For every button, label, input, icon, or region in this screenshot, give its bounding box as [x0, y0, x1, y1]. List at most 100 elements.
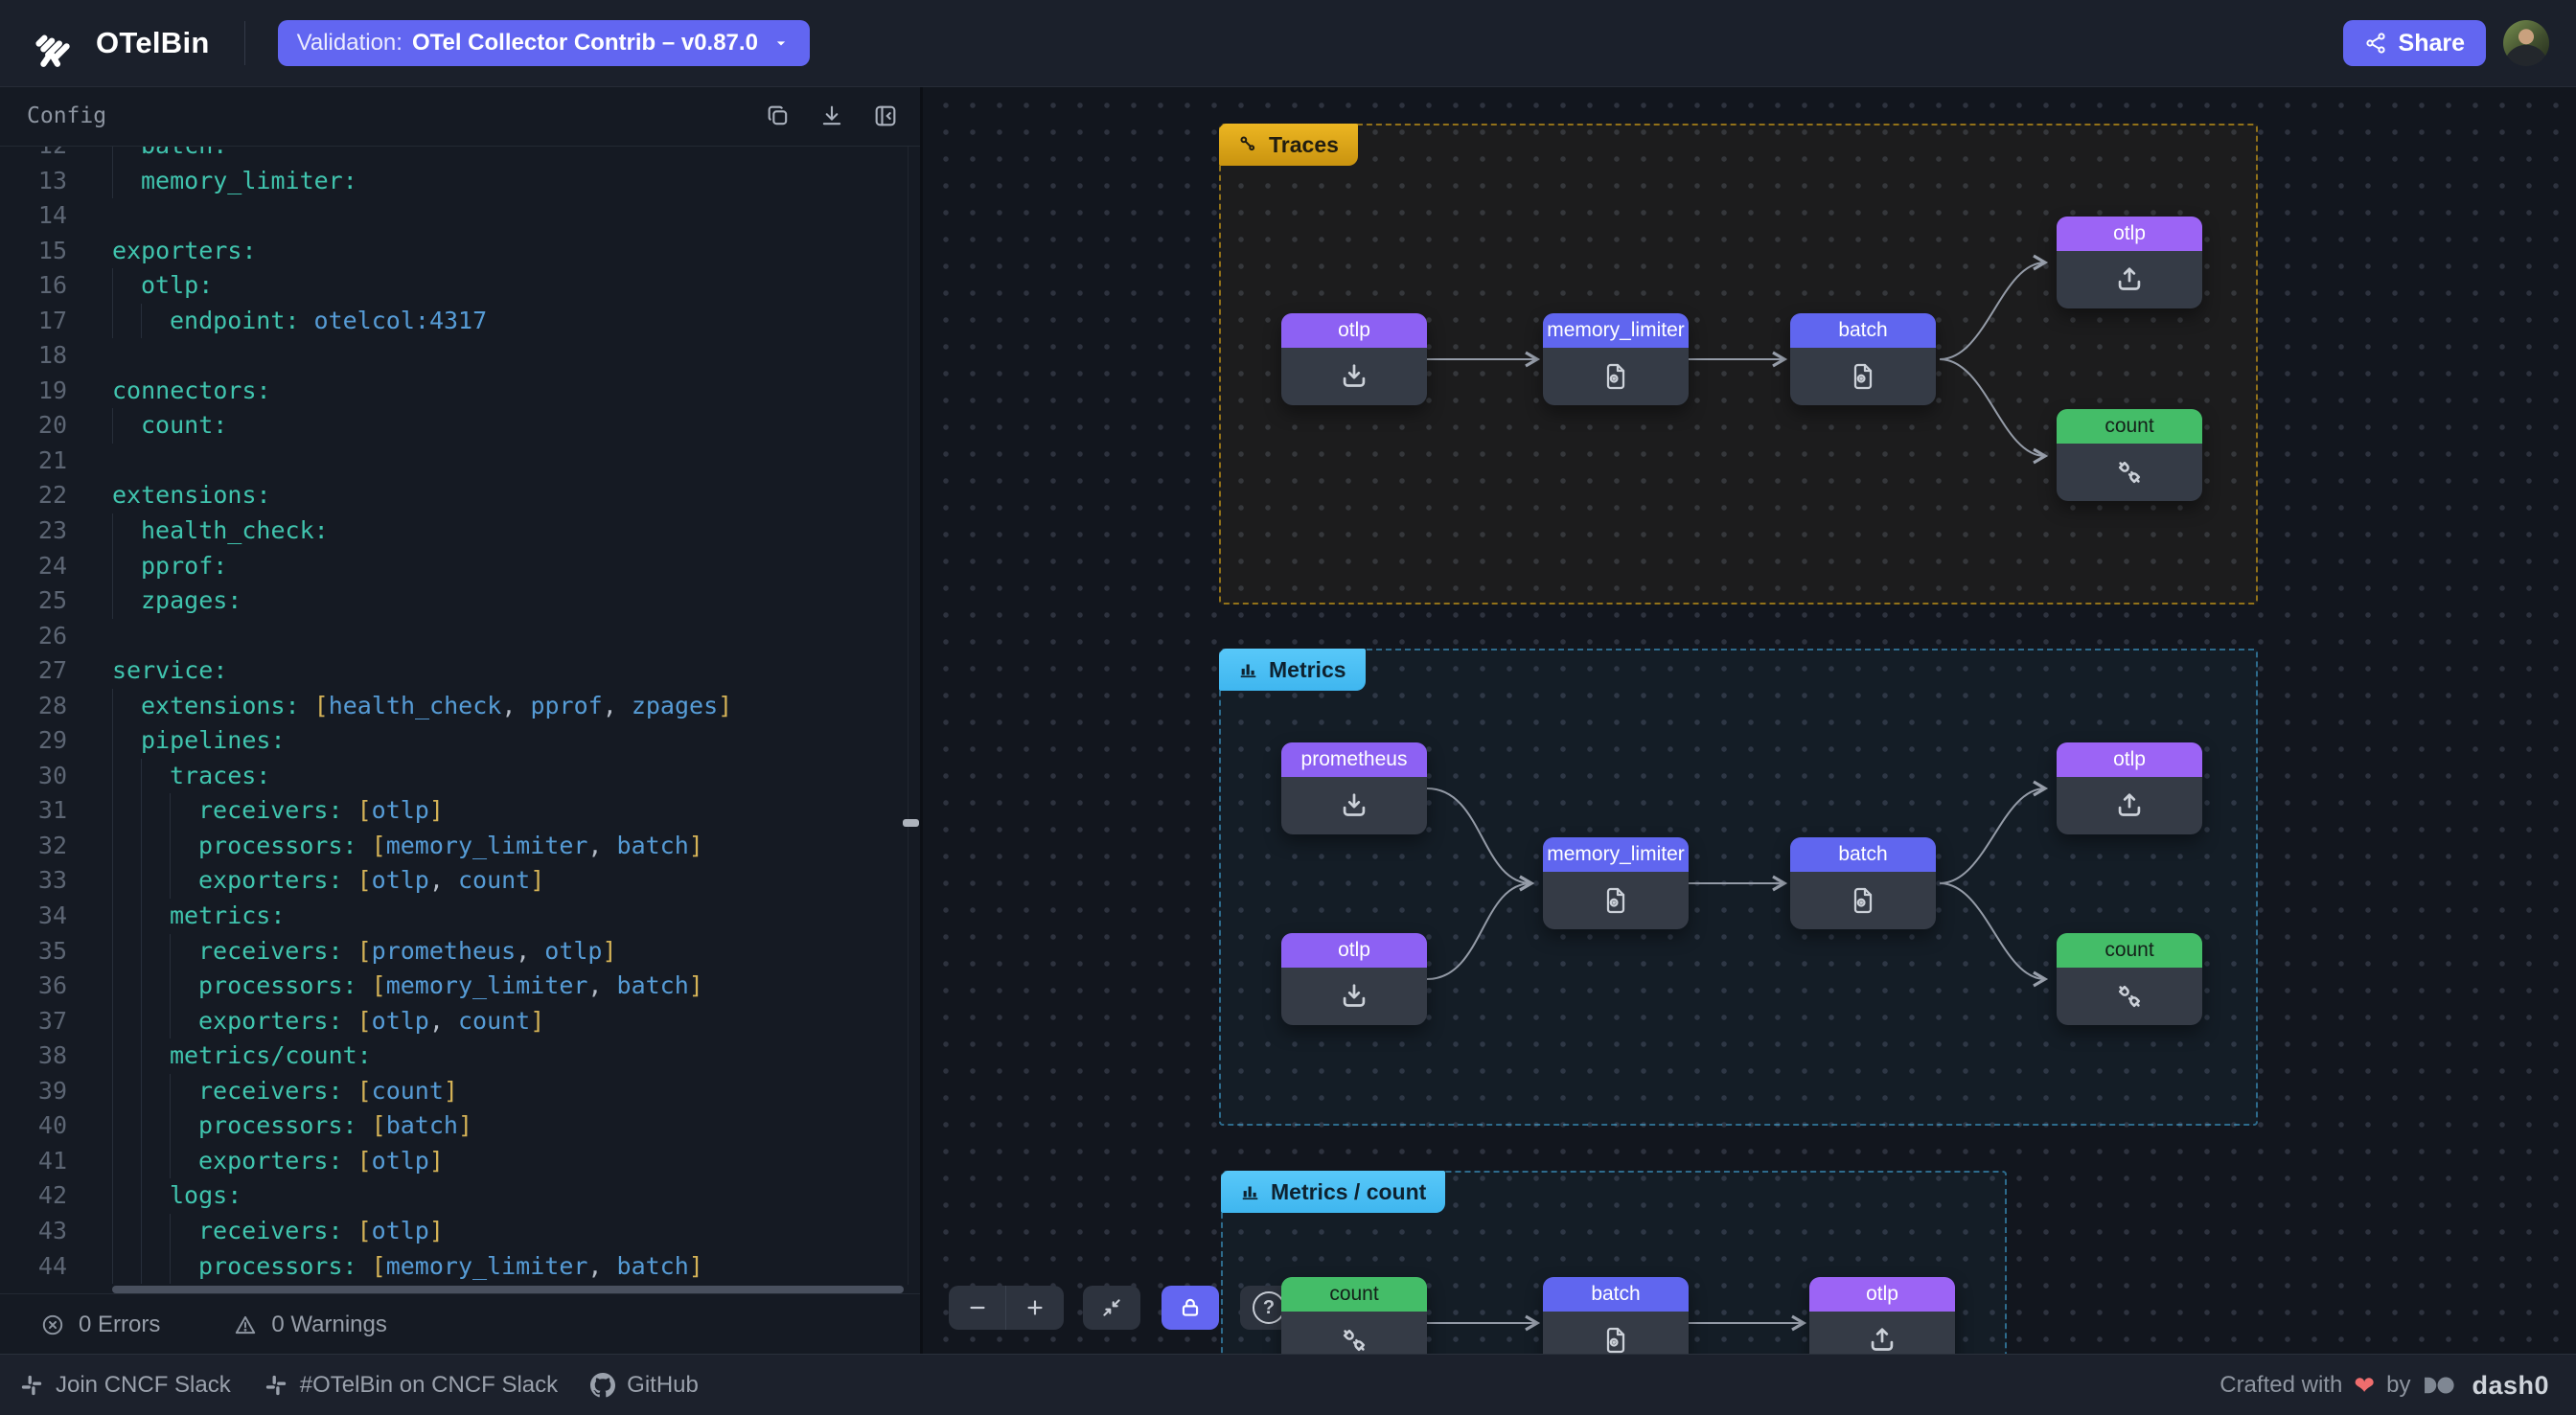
node-label: batch — [1543, 1277, 1689, 1312]
editor-line: 22extensions: — [0, 478, 920, 514]
panel-canvas-divider — [920, 86, 923, 1354]
editor-line: 38metrics/count: — [0, 1038, 920, 1074]
editor-line: 26 — [0, 619, 920, 654]
receiver-icon — [1281, 348, 1427, 405]
exporter-icon — [2057, 251, 2202, 308]
otelbin-cncf-slack-link[interactable]: #OTelBin on CNCF Slack — [264, 1372, 558, 1399]
editor-line: 13memory_limiter: — [0, 164, 920, 199]
zoom-out-button[interactable] — [949, 1286, 1006, 1330]
error-circle-icon — [40, 1312, 65, 1337]
join-cncf-slack-link[interactable]: Join CNCF Slack — [19, 1372, 231, 1399]
editor-lines: 12batch:13memory_limiter:1415exporters:1… — [0, 147, 920, 1284]
node-traces-memory-limiter[interactable]: memory_limiter — [1543, 313, 1689, 405]
node-label: otlp — [2057, 217, 2202, 251]
dash0-wordmark: dash0 — [2472, 1371, 2549, 1401]
exporter-icon — [1809, 1312, 1955, 1354]
node-label: otlp — [2057, 742, 2202, 777]
node-traces-batch[interactable]: batch — [1790, 313, 1936, 405]
fit-view-button[interactable] — [1083, 1286, 1140, 1330]
exporter-icon — [2057, 777, 2202, 834]
node-label: batch — [1790, 313, 1936, 348]
processor-icon — [1543, 872, 1689, 929]
node-metrics-otlp-exporter[interactable]: otlp — [2057, 742, 2202, 834]
errors-count: 0 Errors — [79, 1312, 160, 1338]
github-link[interactable]: GitHub — [590, 1372, 699, 1399]
receiver-icon — [1281, 777, 1427, 834]
node-traces-otlp-receiver[interactable]: otlp — [1281, 313, 1427, 405]
node-label: count — [2057, 409, 2202, 444]
lock-icon — [1178, 1295, 1203, 1320]
yaml-editor[interactable]: 12batch:13memory_limiter:1415exporters:1… — [0, 147, 920, 1285]
node-metrics-count-connector[interactable]: count — [2057, 933, 2202, 1025]
editor-line: 44processors: [memory_limiter, batch] — [0, 1249, 920, 1285]
footer-link-label: Join CNCF Slack — [56, 1372, 231, 1399]
otelbin-app: OTelBin Validation: OTel Collector Contr… — [0, 0, 2576, 1415]
share-button[interactable]: Share — [2343, 20, 2486, 66]
validation-value: OTel Collector Contrib – v0.87.0 — [412, 30, 758, 57]
collapse-panel-button[interactable] — [868, 99, 903, 133]
editor-line: 18 — [0, 338, 920, 374]
otelbin-logo-icon — [27, 15, 82, 71]
download-config-button[interactable] — [815, 99, 849, 133]
processor-icon — [1790, 872, 1936, 929]
pipeline-group-metrics: Metrics — [1219, 649, 2258, 1126]
editor-line: 39receivers: [count] — [0, 1074, 920, 1109]
avatar[interactable] — [2503, 20, 2549, 66]
validation-status-bar: 0 Errors 0 Warnings — [0, 1293, 920, 1355]
crafted-text: Crafted with — [2220, 1372, 2342, 1399]
vertical-scrollbar[interactable] — [903, 819, 919, 827]
link-icon — [1238, 134, 1259, 155]
editor-line: 42logs: — [0, 1178, 920, 1214]
node-label: otlp — [1281, 933, 1427, 968]
node-metrics-batch[interactable]: batch — [1790, 837, 1936, 929]
node-traces-otlp-exporter[interactable]: otlp — [2057, 217, 2202, 308]
node-metrics-memory-limiter[interactable]: memory_limiter — [1543, 837, 1689, 929]
horizontal-scrollbar[interactable] — [112, 1286, 904, 1293]
header-divider — [244, 21, 245, 65]
editor-line: 34metrics: — [0, 899, 920, 934]
editor-line: 19connectors: — [0, 374, 920, 409]
errors-status: 0 Errors — [40, 1312, 160, 1338]
github-icon — [590, 1373, 615, 1398]
node-metrics-otlp-receiver[interactable]: otlp — [1281, 933, 1427, 1025]
group-tab-traces: Traces — [1219, 124, 1358, 166]
editor-line: 41exporters: [otlp] — [0, 1144, 920, 1179]
slack-icon — [19, 1373, 44, 1398]
node-label: memory_limiter — [1543, 313, 1689, 348]
validation-dropdown[interactable]: Validation: OTel Collector Contrib – v0.… — [278, 20, 810, 66]
app-name: OTelBin — [96, 26, 210, 60]
group-tab-label: Metrics — [1269, 657, 1346, 683]
crafted-text: by — [2386, 1372, 2410, 1399]
collapse-panel-icon — [872, 103, 899, 129]
otelbin-logo: OTelBin — [27, 15, 210, 71]
processor-icon — [1790, 348, 1936, 405]
zoom-in-button[interactable] — [1006, 1286, 1064, 1330]
editor-line: 24pprof: — [0, 549, 920, 584]
node-traces-count-connector[interactable]: count — [2057, 409, 2202, 501]
node-metrics-prometheus-receiver[interactable]: prometheus — [1281, 742, 1427, 834]
fit-view-icon — [1099, 1295, 1124, 1320]
editor-line: 35receivers: [prometheus, otlp] — [0, 934, 920, 970]
crafted-by: Crafted with ❤ by dash0 — [2220, 1371, 2549, 1401]
node-count-batch[interactable]: batch — [1543, 1277, 1689, 1354]
editor-line: 37exporters: [otlp, count] — [0, 1004, 920, 1039]
editor-line: 12batch: — [0, 147, 920, 164]
dash0-brand[interactable]: dash0 — [2422, 1371, 2549, 1401]
node-count-otlp-exporter[interactable]: otlp — [1809, 1277, 1955, 1354]
lock-button[interactable] — [1162, 1286, 1219, 1330]
editor-line: 20count: — [0, 408, 920, 444]
editor-line: 14 — [0, 198, 920, 234]
copy-config-button[interactable] — [761, 99, 795, 133]
editor-line: 23health_check: — [0, 514, 920, 549]
pipeline-canvas[interactable]: TracesMetricsMetrics / count otlpmemory_… — [923, 86, 2576, 1354]
group-tab-label: Traces — [1269, 132, 1339, 158]
receiver-icon — [1281, 968, 1427, 1025]
editor-line: 27service: — [0, 653, 920, 689]
node-count-count-connector[interactable]: count — [1281, 1277, 1427, 1354]
editor-line: 16otlp: — [0, 268, 920, 304]
node-label: otlp — [1809, 1277, 1955, 1312]
share-label: Share — [2399, 30, 2465, 57]
node-label: prometheus — [1281, 742, 1427, 777]
group-tab-metrics: Metrics — [1219, 649, 1366, 691]
zoom-in-icon — [1023, 1295, 1047, 1320]
